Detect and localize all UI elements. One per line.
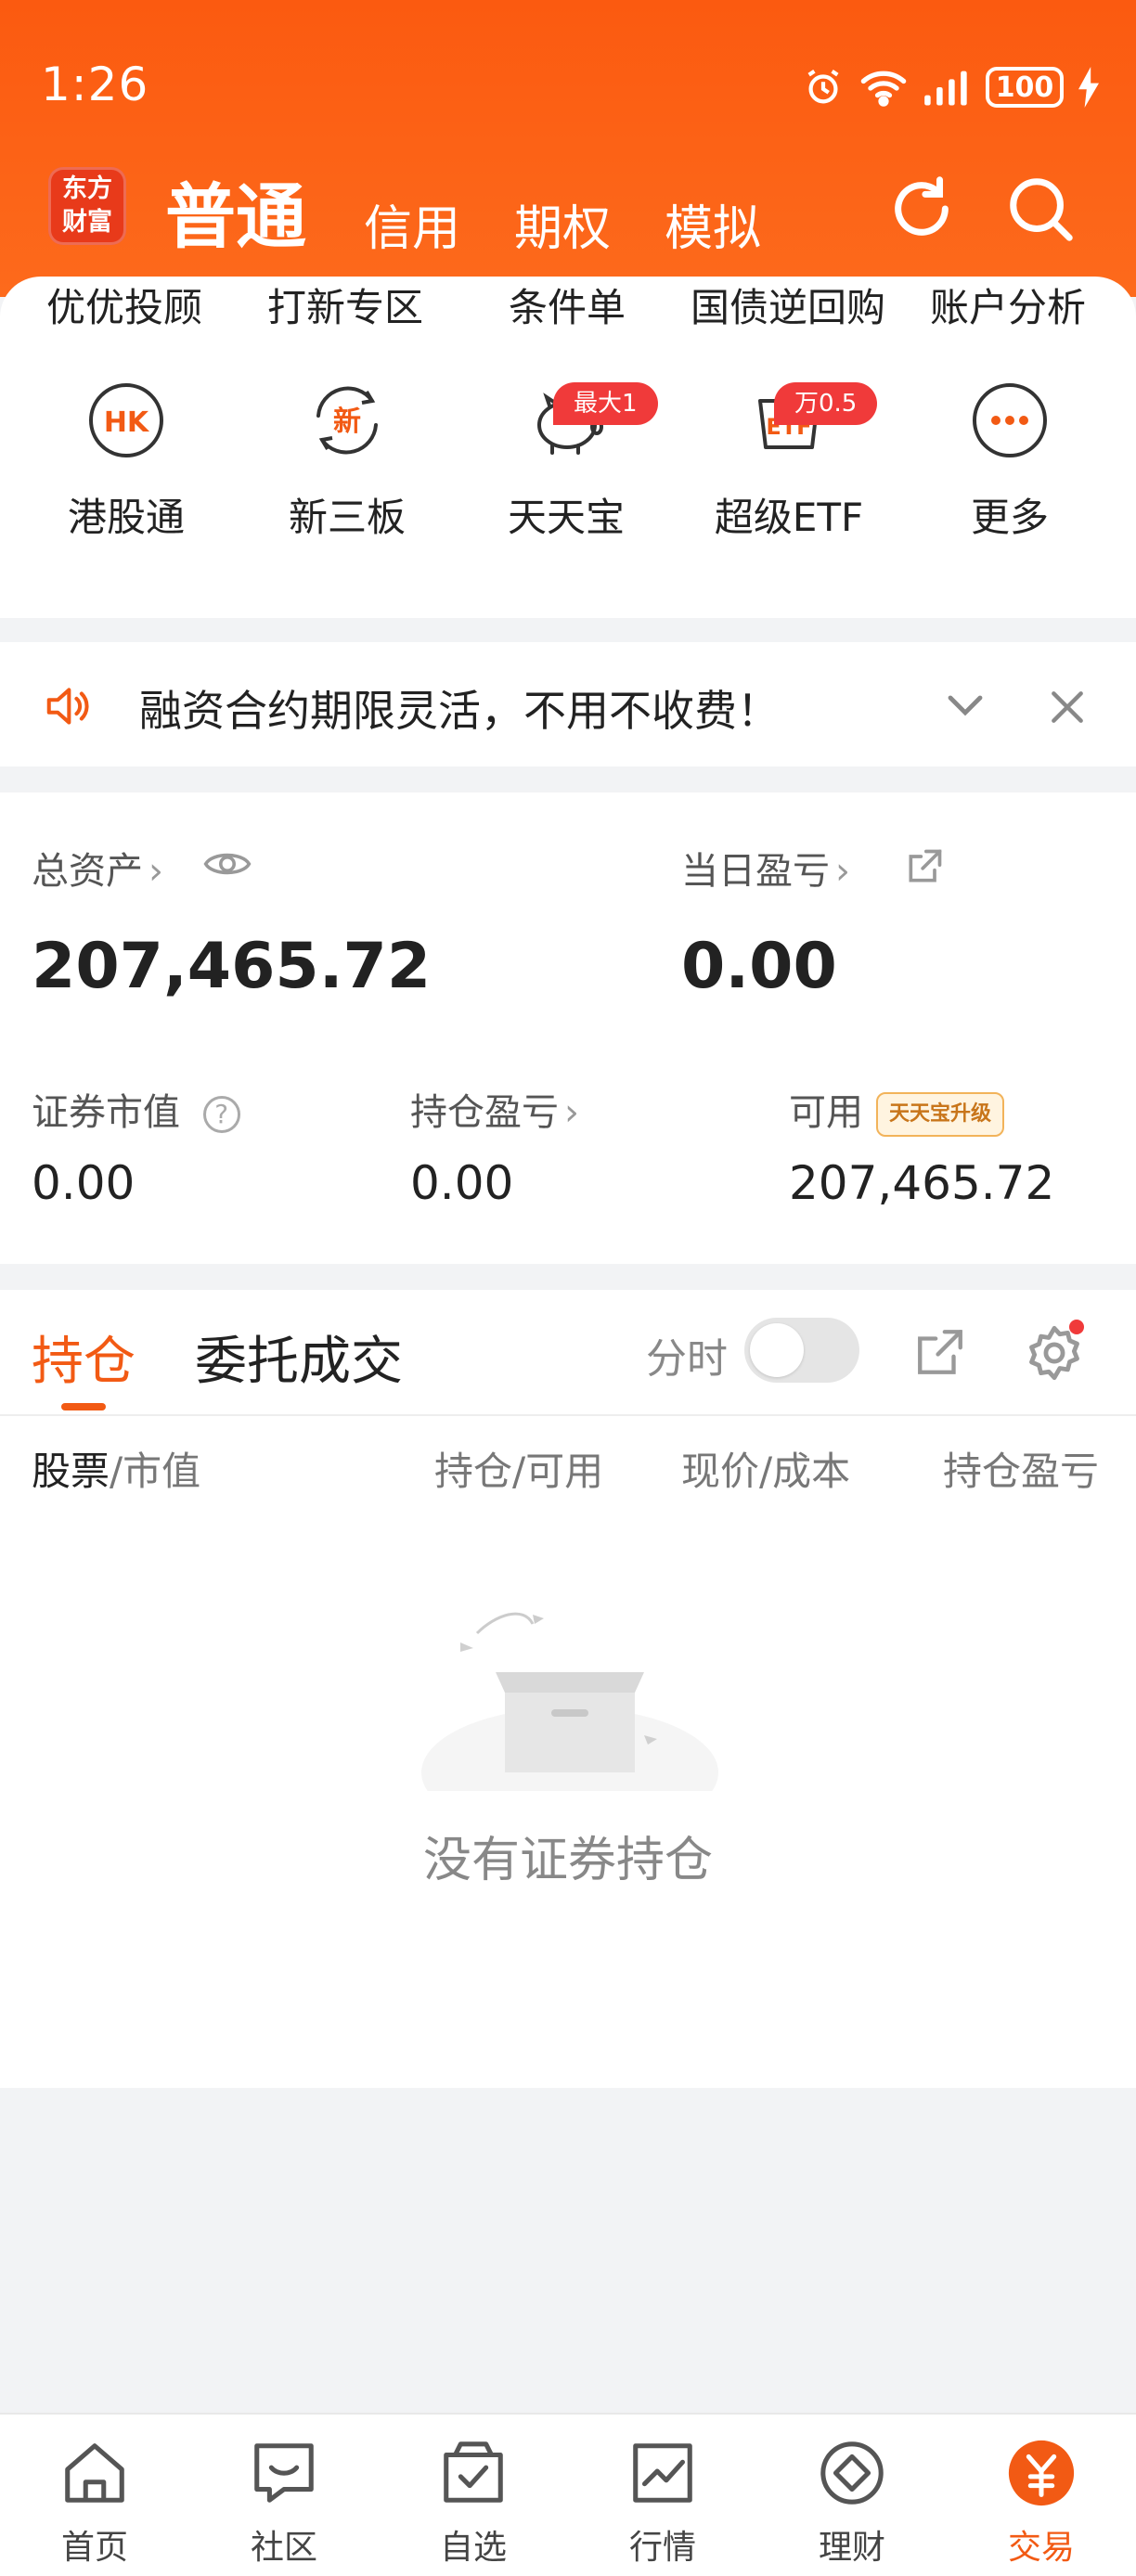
svg-text:新: 新 <box>333 406 361 438</box>
total-assets-value: 207,465.72 <box>32 930 432 1003</box>
wealth-icon <box>820 2441 884 2505</box>
col-stock[interactable]: 股票/市值 <box>32 1440 200 1497</box>
available-label: 可用 天天宝升级 <box>789 1082 1005 1137</box>
nav-market[interactable]: 行情 <box>568 2437 757 2569</box>
status-time: 1:26 <box>41 58 149 111</box>
eye-icon[interactable] <box>202 844 252 883</box>
chart-icon <box>633 2443 692 2503</box>
alarm-icon <box>807 69 839 104</box>
tab-normal[interactable]: 普通 <box>165 160 306 262</box>
speaker-icon <box>46 688 89 725</box>
quick-link-repo[interactable]: 国债逆回购 <box>691 277 885 333</box>
tool-new-third-board[interactable]: 新 新三板 <box>254 379 440 543</box>
tab-credit[interactable]: 信用 <box>364 189 460 259</box>
empty-state-text: 没有证券持仓 <box>422 1833 713 1888</box>
intraday-label: 分时 <box>646 1335 728 1383</box>
chevron-down-icon[interactable] <box>943 687 988 724</box>
charging-icon <box>1078 67 1099 108</box>
quick-link-conditional-order[interactable]: 条件单 <box>509 277 626 333</box>
upgrade-badge[interactable]: 天天宝升级 <box>876 1092 1005 1137</box>
tool-more[interactable]: 更多 <box>917 379 1103 543</box>
chat-icon <box>254 2443 314 2503</box>
status-icons: 100 <box>802 59 1099 115</box>
nav-watchlist[interactable]: 自选 <box>379 2437 568 2569</box>
chevron-right-icon: › <box>148 850 163 893</box>
nav-trade[interactable]: 交易 <box>947 2437 1136 2569</box>
total-assets-label[interactable]: 总资产 › <box>32 841 163 895</box>
holdings-divider <box>0 1414 1136 1416</box>
col-price[interactable]: 现价/成本 <box>681 1440 850 1497</box>
close-icon[interactable] <box>1047 687 1088 728</box>
position-pl-label[interactable]: 持仓盈亏 › <box>410 1082 579 1136</box>
quick-link-ipo[interactable]: 打新专区 <box>267 277 423 333</box>
export-icon[interactable] <box>913 1325 967 1379</box>
nav-home[interactable]: 首页 <box>0 2437 189 2569</box>
tab-simulation[interactable]: 模拟 <box>665 189 761 259</box>
chevron-right-icon: › <box>564 1091 579 1134</box>
available-value: 207,465.72 <box>789 1156 1055 1210</box>
tool-hk-connect[interactable]: HK 港股通 <box>33 379 219 543</box>
position-pl-value: 0.00 <box>410 1156 514 1210</box>
wifi-icon <box>860 71 907 107</box>
chevron-right-icon: › <box>835 850 850 893</box>
search-icon[interactable] <box>1004 173 1077 245</box>
more-icon <box>973 383 1047 457</box>
intraday-toggle[interactable] <box>744 1318 859 1383</box>
tiantianbao-badge: 最大1 <box>553 382 658 425</box>
daily-pl-label[interactable]: 当日盈亏 › <box>681 841 850 895</box>
hk-icon: HK <box>89 383 163 457</box>
share-icon[interactable] <box>904 846 945 887</box>
nav-wealth[interactable]: 理财 <box>757 2437 947 2569</box>
trade-icon <box>1008 2440 1075 2506</box>
col-pl[interactable]: 持仓盈亏 <box>943 1440 1103 1497</box>
notice-text: 融资合约期限灵活，不用不收费！ <box>139 686 780 736</box>
col-qty[interactable]: 持仓/可用 <box>434 1440 603 1497</box>
nav-community[interactable]: 社区 <box>189 2437 379 2569</box>
signal-icon <box>924 71 967 106</box>
quick-link-advisor[interactable]: 优优投顾 <box>46 277 202 333</box>
svg-text:HK: HK <box>104 406 150 439</box>
notification-dot <box>1069 1320 1084 1334</box>
tab-underline <box>61 1403 106 1410</box>
app-logo: 东方 财富 <box>48 167 126 245</box>
empty-box-icon <box>421 1612 718 1791</box>
help-icon[interactable]: ? <box>202 1096 240 1133</box>
tab-positions[interactable]: 持仓 <box>32 1320 136 1395</box>
tab-options[interactable]: 期权 <box>514 189 611 259</box>
market-value: 0.00 <box>32 1156 136 1210</box>
market-value-label: 证券市值 ? <box>32 1082 240 1136</box>
watchlist-icon <box>444 2441 503 2503</box>
quick-link-account-analysis[interactable]: 账户分析 <box>930 277 1086 333</box>
refresh-icon[interactable] <box>885 173 958 245</box>
etf-badge: 万0.5 <box>774 382 878 425</box>
new-board-icon: 新 <box>316 386 378 455</box>
battery-icon: 100 <box>986 67 1064 108</box>
home-icon <box>65 2443 124 2503</box>
daily-pl-value: 0.00 <box>681 930 837 1003</box>
tab-orders[interactable]: 委托成交 <box>195 1320 403 1395</box>
